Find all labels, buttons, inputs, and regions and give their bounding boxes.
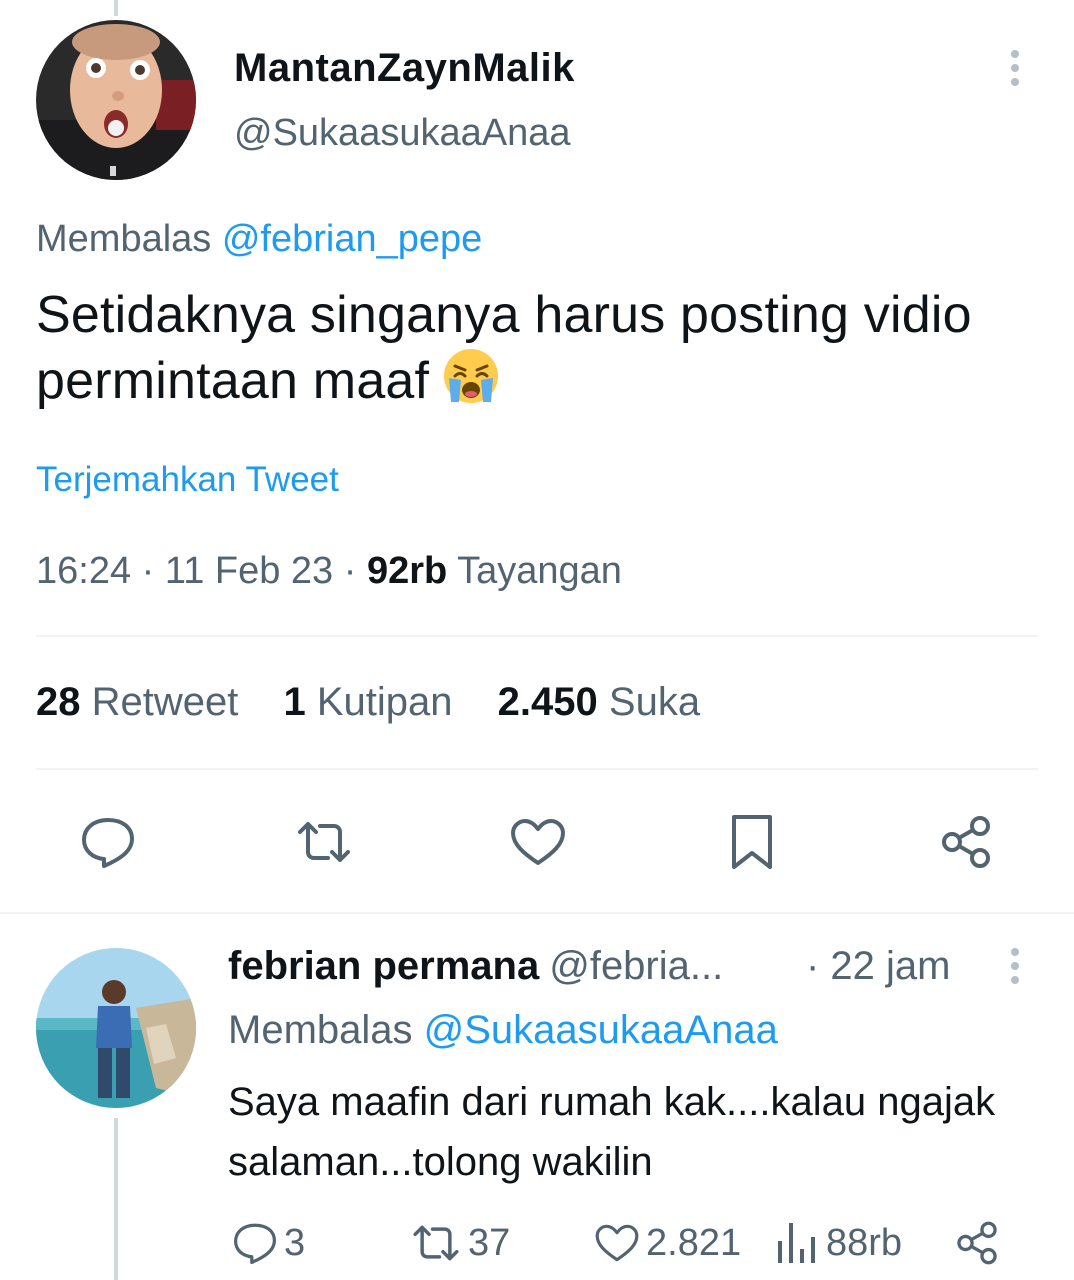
handle[interactable]: @SukaasukaaAnaa (234, 112, 570, 155)
divider (36, 768, 1038, 770)
share-button[interactable] (936, 812, 996, 872)
retweets-label: Retweet (91, 680, 239, 724)
reply-reply-button[interactable]: 3 (232, 1218, 305, 1268)
bookmark-button[interactable] (722, 812, 782, 872)
retweets-count: 28 (36, 680, 81, 724)
retweets-stat[interactable]: 28 Retweet (36, 680, 238, 724)
retweet-count: 37 (468, 1221, 511, 1264)
loudly-crying-face-icon (441, 346, 501, 406)
reply-display-name[interactable]: febrian permana (228, 944, 539, 988)
replying-to-handle-link[interactable]: @SukaasukaaAnaa (424, 1008, 778, 1052)
like-count: 2.821 (646, 1221, 742, 1264)
replying-to-handle-link[interactable]: @febrian_pepe (222, 218, 482, 260)
reply-icon (234, 1223, 276, 1264)
bookmark-icon (732, 815, 772, 869)
tweet-text-body: Setidaknya singanya harus posting vidio … (36, 286, 972, 410)
tweet-time: 16:24 (36, 550, 132, 592)
main-tweet: MantanZaynMalik @SukaasukaaAnaa Membalas… (0, 0, 1074, 914)
reply-retweet-button[interactable]: 37 (410, 1218, 510, 1268)
analytics-icon (778, 1223, 815, 1263)
thread-line-bottom (114, 1118, 118, 1280)
retweet-icon (413, 1225, 459, 1261)
more-options-icon[interactable] (1000, 946, 1030, 986)
heart-icon (595, 1224, 639, 1262)
reply-time[interactable]: · 22 jam (806, 944, 951, 989)
retweet-icon (298, 822, 350, 862)
quotes-stat[interactable]: 1 Kutipan (284, 680, 453, 724)
display-name[interactable]: MantanZaynMalik (234, 46, 575, 91)
likes-stat[interactable]: 2.450 Suka (498, 680, 700, 724)
reply-handle[interactable]: @febria... (549, 944, 723, 988)
reply-icon (82, 818, 134, 868)
reply-text: Saya maafin dari rumah kak....kalau ngaj… (228, 1080, 996, 1184)
share-icon (942, 816, 990, 868)
reply-views-button[interactable]: 88rb (774, 1218, 902, 1268)
translate-tweet-link[interactable]: Terjemahkan Tweet (36, 460, 339, 500)
replying-to-prefix: Membalas (228, 1008, 413, 1052)
reply-button[interactable] (78, 812, 138, 872)
likes-count: 2.450 (497, 680, 598, 724)
tweet-text: Setidaknya singanya harus posting vidio … (36, 284, 1046, 412)
views-count: 92rb (366, 550, 448, 592)
share-icon (957, 1221, 997, 1265)
tweet-date: 11 Feb 23 (164, 550, 334, 592)
views-count: 88rb (826, 1221, 903, 1264)
heart-icon (511, 819, 565, 865)
reply-avatar[interactable] (36, 948, 196, 1108)
quotes-label: Kutipan (316, 680, 453, 724)
reply-count: 3 (284, 1221, 306, 1264)
quotes-count: 1 (283, 680, 306, 724)
tweet-meta: 16:24 · 11 Feb 23 · 92rb Tayangan (36, 550, 622, 592)
views-label: Tayangan (457, 550, 622, 592)
reply-share-button[interactable] (954, 1218, 1006, 1268)
reply-like-button[interactable]: 2.821 (594, 1218, 741, 1268)
retweet-button[interactable] (294, 812, 354, 872)
avatar[interactable] (36, 20, 196, 180)
more-options-icon[interactable] (1000, 48, 1030, 88)
like-button[interactable] (508, 812, 568, 872)
reply-header: febrian permana @febria... (228, 944, 723, 989)
divider (36, 635, 1038, 637)
likes-label: Suka (608, 680, 701, 724)
engagement-stats: 28 Retweet 1 Kutipan 2.450 Suka (36, 680, 734, 725)
section-divider (0, 912, 1074, 914)
replying-to: Membalas @febrian_pepe (36, 218, 482, 261)
replying-to-prefix: Membalas (36, 218, 212, 260)
reply-replying-to: Membalas @SukaasukaaAnaa (228, 1008, 778, 1053)
